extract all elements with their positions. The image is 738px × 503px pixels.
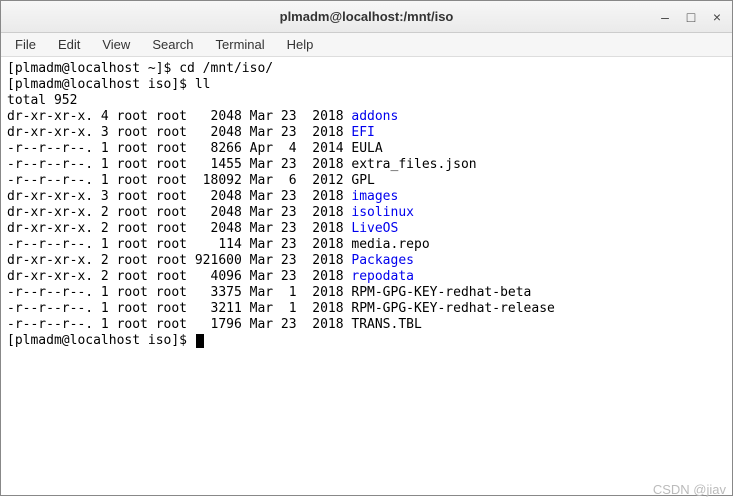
file-name: RPM-GPG-KEY-redhat-beta <box>351 285 531 300</box>
menu-search[interactable]: Search <box>142 35 203 54</box>
menu-edit[interactable]: Edit <box>48 35 90 54</box>
listing-row: -r--r--r--. 1 root root 3375 Mar 1 2018 <box>7 285 351 300</box>
file-name: RPM-GPG-KEY-redhat-release <box>351 301 555 316</box>
listing-row: -r--r--r--. 1 root root 1455 Mar 23 2018 <box>7 157 351 172</box>
prompt: [plmadm@localhost iso]$ <box>7 77 195 92</box>
command: ll <box>195 77 211 92</box>
listing-row: -r--r--r--. 1 root root 114 Mar 23 2018 <box>7 237 351 252</box>
listing-row: dr-xr-xr-x. 2 root root 4096 Mar 23 2018 <box>7 269 351 284</box>
menu-terminal[interactable]: Terminal <box>206 35 275 54</box>
close-button[interactable]: × <box>710 10 724 24</box>
file-name-dir: LiveOS <box>351 221 398 236</box>
listing-row: -r--r--r--. 1 root root 8266 Apr 4 2014 <box>7 141 351 156</box>
file-name: EULA <box>351 141 382 156</box>
prompt: [plmadm@localhost iso]$ <box>7 333 195 348</box>
file-name-dir: images <box>351 189 398 204</box>
file-name-dir: EFI <box>351 125 374 140</box>
listing-row: dr-xr-xr-x. 2 root root 921600 Mar 23 20… <box>7 253 351 268</box>
listing-row: dr-xr-xr-x. 2 root root 2048 Mar 23 2018 <box>7 221 351 236</box>
listing-row: -r--r--r--. 1 root root 18092 Mar 6 2012 <box>7 173 351 188</box>
file-name: media.repo <box>351 237 429 252</box>
prompt: [plmadm@localhost ~]$ <box>7 61 179 76</box>
listing-row: dr-xr-xr-x. 3 root root 2048 Mar 23 2018 <box>7 125 351 140</box>
menu-view[interactable]: View <box>92 35 140 54</box>
file-name-dir: repodata <box>351 269 414 284</box>
listing-row: -r--r--r--. 1 root root 3211 Mar 1 2018 <box>7 301 351 316</box>
menu-file[interactable]: File <box>5 35 46 54</box>
file-name: TRANS.TBL <box>351 317 421 332</box>
file-name: GPL <box>351 173 374 188</box>
terminal-viewport[interactable]: [plmadm@localhost ~]$ cd /mnt/iso/ [plma… <box>1 57 732 495</box>
file-name-dir: isolinux <box>351 205 414 220</box>
cursor-icon <box>196 334 204 348</box>
menubar: File Edit View Search Terminal Help <box>1 33 732 57</box>
terminal-window: plmadm@localhost:/mnt/iso – □ × File Edi… <box>0 0 733 496</box>
file-name-dir: Packages <box>351 253 414 268</box>
menu-help[interactable]: Help <box>277 35 324 54</box>
file-name-dir: addons <box>351 109 398 124</box>
minimize-button[interactable]: – <box>658 10 672 24</box>
listing-row: dr-xr-xr-x. 2 root root 2048 Mar 23 2018 <box>7 205 351 220</box>
titlebar: plmadm@localhost:/mnt/iso – □ × <box>1 1 732 33</box>
listing-row: dr-xr-xr-x. 4 root root 2048 Mar 23 2018 <box>7 109 351 124</box>
file-name: extra_files.json <box>351 157 476 172</box>
window-title: plmadm@localhost:/mnt/iso <box>280 9 454 24</box>
maximize-button[interactable]: □ <box>684 10 698 24</box>
window-controls: – □ × <box>658 1 724 33</box>
listing-row: -r--r--r--. 1 root root 1796 Mar 23 2018 <box>7 317 351 332</box>
watermark: CSDN @jiav <box>653 482 726 497</box>
total-line: total 952 <box>7 93 77 108</box>
command: cd /mnt/iso/ <box>179 61 273 76</box>
listing-row: dr-xr-xr-x. 3 root root 2048 Mar 23 2018 <box>7 189 351 204</box>
